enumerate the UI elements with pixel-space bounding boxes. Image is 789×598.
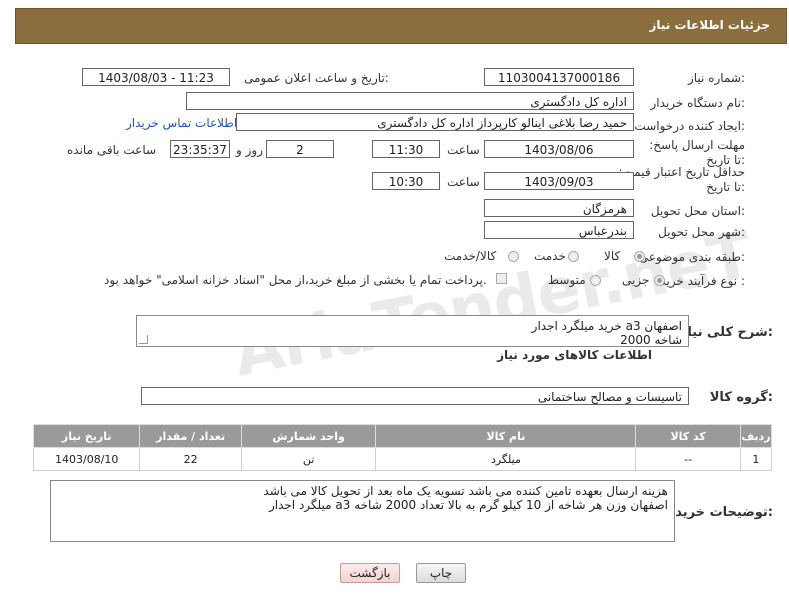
col-unit: واحد شمارش: [240, 424, 377, 448]
description-line-2: 2000 شاخه: [620, 333, 682, 347]
buyer-notes-label: توضیحات خریدار:: [663, 505, 773, 520]
treasury-checkbox[interactable]: [496, 273, 507, 284]
category-service-radio[interactable]: [568, 251, 579, 262]
goods-group-label: گروه کالا:: [709, 390, 773, 405]
deadline-time-field: 11:30: [372, 140, 440, 158]
process-label: نوع فرآیند خرید :: [660, 274, 745, 288]
goods-section-title: اطلاعات کالاهای مورد نیاز: [497, 348, 652, 362]
category-service-label: خدمت: [534, 249, 566, 263]
col-row: ردیف: [739, 424, 773, 448]
description-line-1: خرید میلگرد اجدار a3 اصفهان: [531, 319, 682, 333]
remaining-time-field: 23:35:37: [170, 140, 230, 158]
buyer-org-field: اداره کل دادگستری: [186, 92, 634, 110]
description-textarea[interactable]: خرید میلگرد اجدار a3 اصفهان 2000 شاخه: [136, 315, 689, 347]
city-label: شهر محل تحویل:: [658, 225, 745, 239]
city-field: بندرعباس: [484, 221, 634, 239]
cell-row: 1: [739, 447, 773, 471]
goods-table: تاریخ نیاز تعداد / مقدار واحد شمارش نام …: [32, 424, 773, 471]
min-price-date-field: 1403/09/03: [484, 172, 634, 190]
announce-field: 1403/08/03 - 11:23: [82, 68, 230, 86]
creator-field: حمید رضا بلاغی اینالو کارپرداز اداره کل …: [236, 113, 634, 131]
process-medium-radio[interactable]: [590, 275, 601, 286]
buyer-notes-line-2: میلگرد اجدار a3 اصفهان وزن هر شاخه از 10…: [268, 498, 668, 512]
remaining-label: ساعت باقی مانده: [67, 143, 157, 157]
resize-grip-icon[interactable]: [139, 335, 148, 344]
cell-unit: تن: [240, 447, 377, 471]
need-number-label: شماره نیاز:: [687, 71, 745, 85]
description-label: شرح کلی نیاز:: [679, 325, 773, 340]
min-price-time-field: 10:30: [372, 172, 440, 190]
buyer-notes-line-1: هزینه ارسال بعهده تامین کننده می باشد تس…: [263, 484, 668, 498]
need-number-field: 1103004137000186: [484, 68, 634, 86]
cell-name: میلگرد: [375, 447, 637, 471]
deadline-date-field: 1403/08/06: [484, 140, 634, 158]
process-minor-label: جزیی: [622, 273, 650, 287]
cell-code: --: [635, 447, 741, 471]
deadline-time-label: ساعت: [447, 143, 480, 157]
cell-date: 1403/08/10: [32, 447, 141, 471]
province-label: استان محل تحویل:: [650, 204, 745, 218]
days-field: 2: [266, 140, 334, 158]
category-goods-radio[interactable]: [634, 251, 645, 262]
table-row: 1403/08/10 22 تن میلگرد -- 1: [32, 447, 773, 471]
col-name: نام کالا: [375, 424, 637, 448]
category-label: طبقه بندی موضوعی:: [638, 250, 745, 264]
col-qty: تعداد / مقدار: [139, 424, 242, 448]
category-both-radio[interactable]: [508, 251, 519, 262]
watermark-logo: AriaTender.neT: [227, 218, 758, 392]
min-price-time-label: ساعت: [447, 175, 480, 189]
page-title: جزئیات اطلاعات نیاز: [649, 18, 770, 32]
back-button[interactable]: بازگشت: [340, 563, 400, 583]
buyer-notes-textarea[interactable]: هزینه ارسال بعهده تامین کننده می باشد تس…: [50, 480, 675, 542]
col-need-date: تاریخ نیاز: [32, 424, 141, 448]
process-medium-label: متوسط: [548, 273, 586, 287]
buyer-contact-link[interactable]: اطلاعات تماس خریدار: [126, 116, 237, 130]
payment-note: پرداخت تمام یا بخشی از مبلغ خرید،از محل …: [104, 273, 487, 287]
goods-group-field: تاسیسات و مصالح ساختمانی: [141, 387, 689, 405]
category-goods-label: کالا: [604, 249, 621, 263]
days-label: روز و: [236, 143, 263, 157]
goods-table-header: تاریخ نیاز تعداد / مقدار واحد شمارش نام …: [32, 424, 773, 448]
category-both-label: کالا/خدمت: [444, 249, 497, 263]
cell-qty: 22: [139, 447, 242, 471]
announce-label: تاریخ و ساعت اعلان عمومی:: [244, 71, 389, 85]
process-minor-radio[interactable]: [654, 275, 665, 286]
province-field: هرمزگان: [484, 199, 634, 217]
print-button[interactable]: چاپ: [416, 563, 466, 583]
deadline-label: مهلت ارسال پاسخ: تا تاریخ:: [649, 138, 745, 167]
page-header: جزئیات اطلاعات نیاز: [15, 8, 787, 44]
buyer-org-label: نام دستگاه خریدار:: [650, 96, 746, 110]
creator-label: ایجاد کننده درخواست:: [634, 119, 745, 133]
col-code: کد کالا: [635, 424, 741, 448]
